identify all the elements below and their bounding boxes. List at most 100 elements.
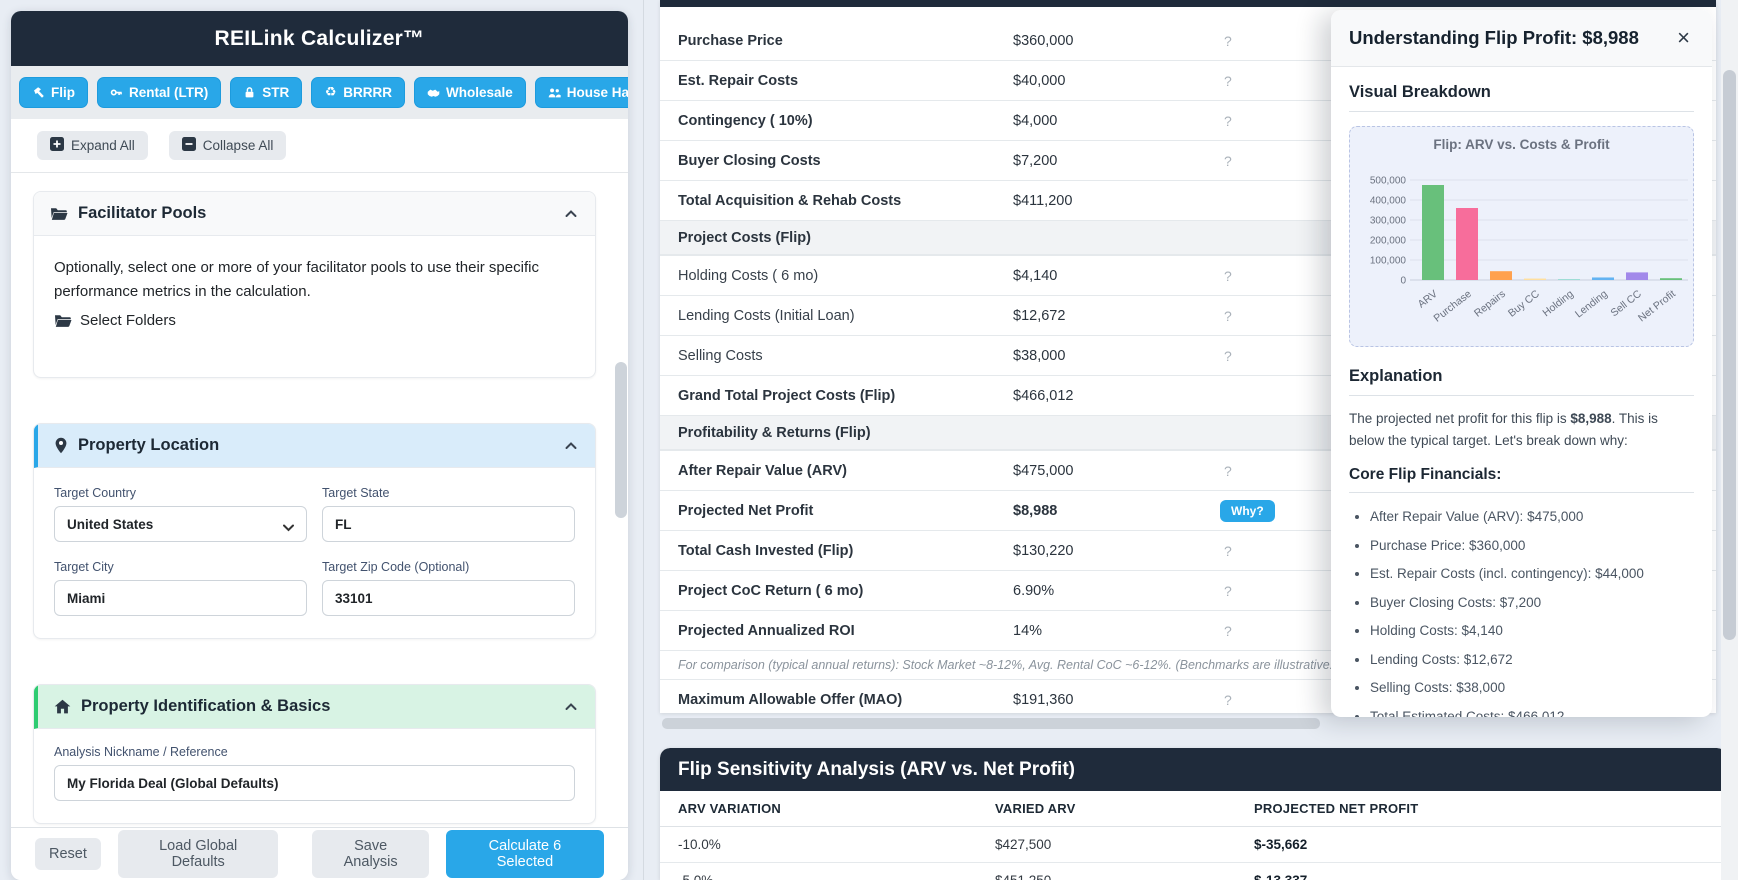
chart-bar-sell-cc <box>1626 272 1648 280</box>
help-question-icon[interactable]: ? <box>1220 153 1236 169</box>
y-tick-label: 200,000 <box>1370 236 1407 247</box>
chevron-up-icon[interactable] <box>563 206 579 222</box>
row-label: Selling Costs <box>678 347 763 364</box>
load-global-defaults-button[interactable]: Load Global Defaults <box>117 830 279 878</box>
cell-variation: -5.0% <box>678 873 995 880</box>
reset-button[interactable]: Reset <box>35 838 101 870</box>
section-title: Property Location <box>78 436 220 454</box>
help-question-icon[interactable]: ? <box>1220 348 1236 364</box>
property-location-header[interactable]: Property Location <box>34 424 595 468</box>
help-question-icon[interactable]: ? <box>1220 308 1236 324</box>
house-icon <box>54 699 71 714</box>
row-value: $8,988 <box>1013 502 1058 519</box>
row-help-cell: ? <box>1220 692 1280 708</box>
facilitator-pools-header[interactable]: Facilitator Pools <box>34 192 595 236</box>
section-title: Facilitator Pools <box>78 204 207 222</box>
row-help-cell: ? <box>1220 308 1280 324</box>
flip-profit-drawer: Understanding Flip Profit: $8,988 × Visu… <box>1331 10 1712 717</box>
core-financial-item: After Repair Value (ARV): $475,000 <box>1370 503 1694 532</box>
cell-net-profit: $-13,337 <box>1254 873 1709 880</box>
row-help-cell: ? <box>1220 348 1280 364</box>
why-button[interactable]: Why? <box>1220 499 1275 522</box>
core-financial-item: Buyer Closing Costs: $7,200 <box>1370 589 1694 618</box>
tab-house-hack[interactable]: House Hack <box>534 77 628 108</box>
expand-all-button[interactable]: Expand All <box>37 131 148 160</box>
plus-square-icon <box>50 137 64 154</box>
target-city-input[interactable]: Miami <box>54 580 307 616</box>
collapse-all-button[interactable]: Collapse All <box>168 131 287 160</box>
row-help-cell: Why? <box>1220 499 1280 522</box>
help-question-icon[interactable]: ? <box>1220 113 1236 129</box>
help-question-icon[interactable]: ? <box>1220 73 1236 89</box>
chevron-down-icon <box>283 520 294 532</box>
target-state-field: Target State FL <box>322 486 575 542</box>
help-question-icon[interactable]: ? <box>1220 623 1236 639</box>
help-question-icon[interactable]: ? <box>1220 268 1236 284</box>
key-icon <box>110 86 123 99</box>
select-folders-label: Select Folders <box>80 312 176 329</box>
select-folders-button[interactable]: Select Folders <box>54 312 575 329</box>
row-help-cell: ? <box>1220 623 1280 639</box>
sensitivity-card: Flip Sensitivity Analysis (ARV vs. Net P… <box>660 748 1727 880</box>
row-label: Projected Net Profit <box>678 502 814 519</box>
tab-wholesale[interactable]: Wholesale <box>414 77 526 108</box>
folder-icon <box>54 313 72 329</box>
tab-brrrr[interactable]: ♻ BRRRR <box>311 77 405 108</box>
cell-net-profit: $-35,662 <box>1254 837 1308 852</box>
tab-label: Wholesale <box>446 85 513 100</box>
explanation-profit-value: $8,988 <box>1570 411 1612 426</box>
help-question-icon[interactable]: ? <box>1220 543 1236 559</box>
x-tick-label: ARV <box>1416 288 1440 311</box>
calculate-selected-button[interactable]: Calculate 6 Selected <box>445 830 605 878</box>
help-question-icon[interactable]: ? <box>1220 33 1236 49</box>
chart-bar-purchase <box>1456 208 1478 280</box>
target-zip-label: Target Zip Code (Optional) <box>322 560 470 574</box>
visual-breakdown-heading: Visual Breakdown <box>1349 83 1491 101</box>
page-scrollbar-thumb[interactable] <box>1723 70 1736 640</box>
chevron-up-icon[interactable] <box>563 699 579 715</box>
help-question-icon[interactable]: ? <box>1220 583 1236 599</box>
tab-str[interactable]: STR <box>230 77 303 108</box>
x-tick-label: Holding <box>1540 288 1576 319</box>
section-title: Property Identification & Basics <box>81 697 331 715</box>
people-icon <box>548 86 561 99</box>
left-panel-scrollbar[interactable] <box>615 362 627 518</box>
core-financial-item: Purchase Price: $360,000 <box>1370 532 1694 561</box>
x-tick-label: Repairs <box>1472 288 1508 320</box>
tab-label: Rental (LTR) <box>129 85 209 100</box>
drawer-body: Visual Breakdown Flip: ARV vs. Costs & P… <box>1331 67 1712 717</box>
tab-rental-ltr[interactable]: Rental (LTR) <box>97 77 222 108</box>
row-value: $466,012 <box>1013 387 1074 404</box>
sensitivity-title: Flip Sensitivity Analysis (ARV vs. Net P… <box>660 748 1727 791</box>
tab-label: House Hack <box>566 85 628 100</box>
calculator-footer: Reset Load Global Defaults Save Analysis… <box>11 827 628 880</box>
column-header: ARV VARIATION <box>678 801 781 816</box>
target-state-value: FL <box>335 516 352 532</box>
target-state-input[interactable]: FL <box>322 506 575 542</box>
row-label: Contingency ( 10%) <box>678 112 813 129</box>
chart-bar-arv <box>1422 185 1444 280</box>
help-question-icon[interactable]: ? <box>1220 692 1236 708</box>
chevron-up-icon[interactable] <box>563 438 579 454</box>
help-question-icon[interactable]: ? <box>1220 463 1236 479</box>
close-icon[interactable]: × <box>1673 25 1694 51</box>
cell-varied-arv: $451,250 <box>995 873 1254 880</box>
chart-bar-buy-cc <box>1524 278 1546 280</box>
analysis-nickname-input[interactable]: My Florida Deal (Global Defaults) <box>54 765 575 801</box>
row-label: Project CoC Return ( 6 mo) <box>678 582 864 599</box>
y-tick-label: 400,000 <box>1370 196 1407 207</box>
tab-flip[interactable]: Flip <box>19 77 88 108</box>
property-identification-header[interactable]: Property Identification & Basics <box>34 685 595 729</box>
target-city-label: Target City <box>54 560 114 574</box>
target-zip-input[interactable]: 33101 <box>322 580 575 616</box>
section-property-location: Property Location Target Country United … <box>33 423 596 639</box>
sensitivity-row: -10.0% $427,500 $-35,662 <box>660 827 1727 863</box>
target-zip-field: Target Zip Code (Optional) 33101 <box>322 560 575 616</box>
target-country-select[interactable]: United States <box>54 506 307 542</box>
y-tick-label: 0 <box>1400 276 1406 287</box>
map-pin-icon <box>54 437 68 454</box>
results-horizontal-scrollbar[interactable] <box>662 718 1320 729</box>
row-help-cell: ? <box>1220 463 1280 479</box>
save-analysis-button[interactable]: Save Analysis <box>312 830 429 878</box>
collapse-all-label: Collapse All <box>202 138 274 153</box>
